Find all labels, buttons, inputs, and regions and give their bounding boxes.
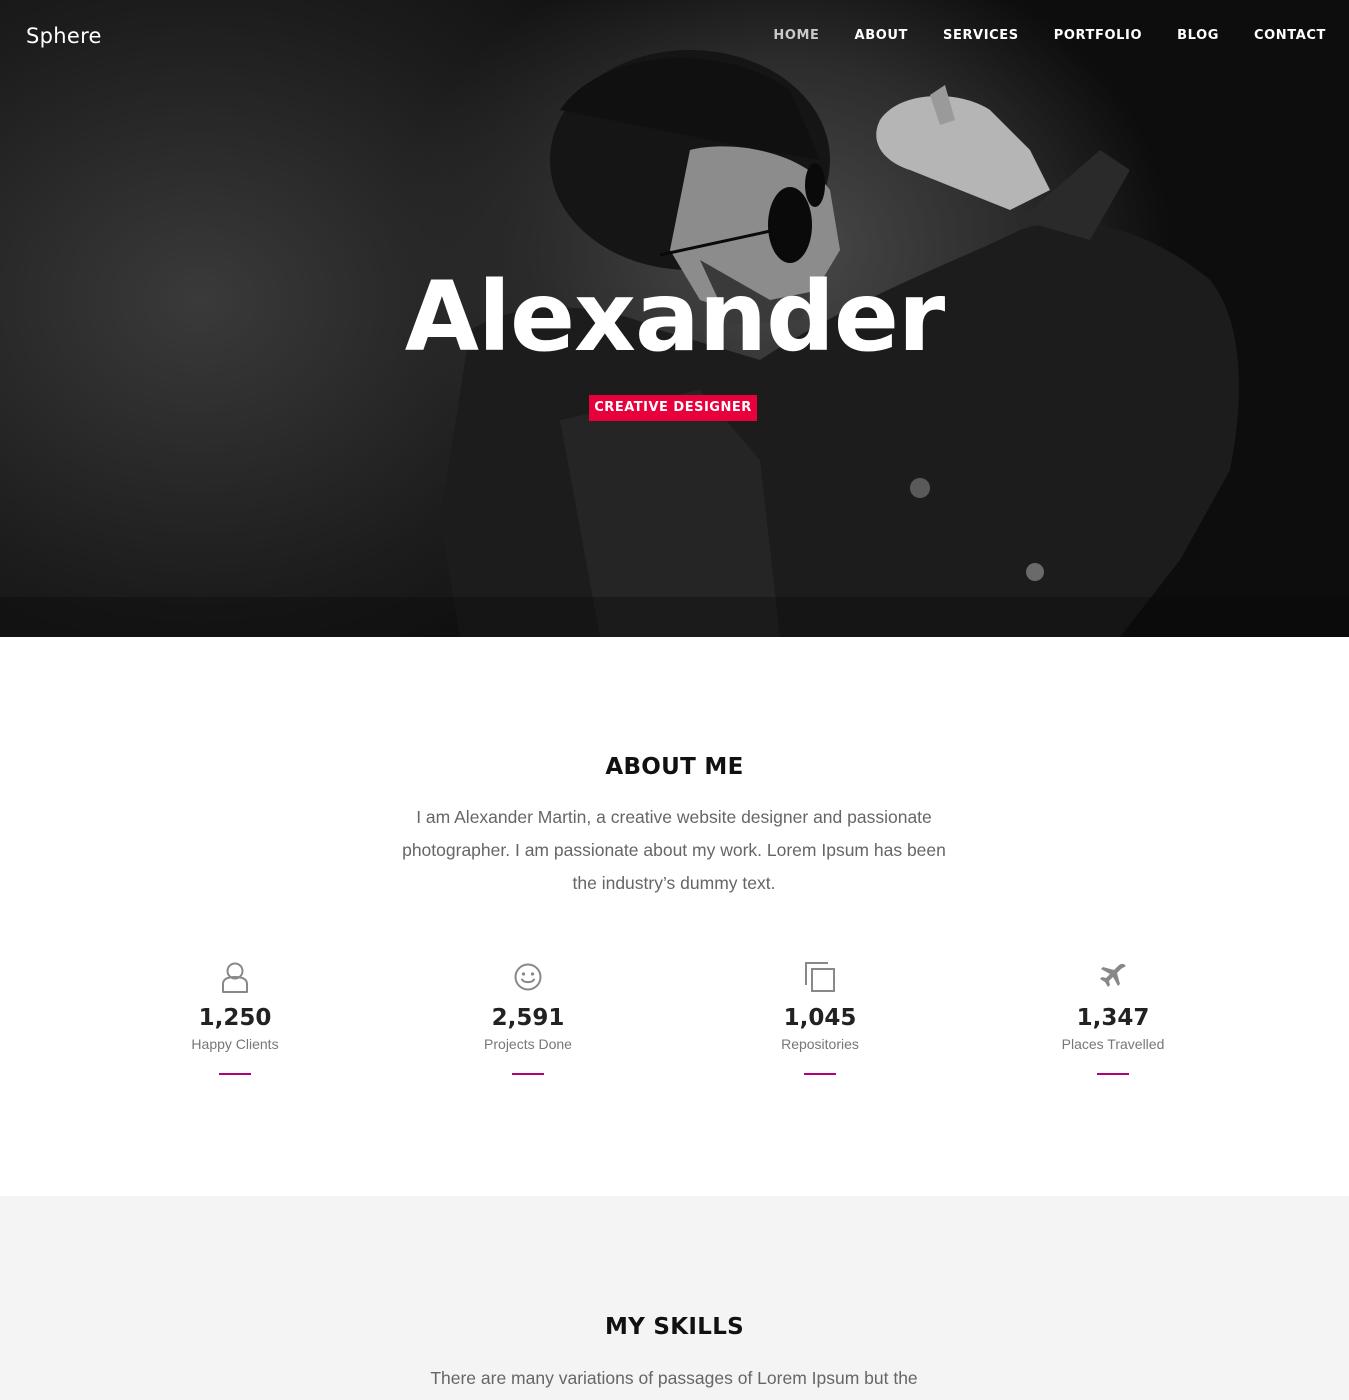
main-nav: HOME ABOUT SERVICES PORTFOLIO BLOG CONTA… [738, 28, 1326, 44]
stat-label: Repositories [781, 1036, 859, 1052]
skills-title: MY SKILLS [604, 1314, 745, 1340]
nav-item-contact[interactable]: CONTACT [1254, 28, 1326, 44]
copy-icon [710, 958, 930, 996]
stat-repositories: 1,045 Repositories [710, 958, 930, 1075]
about-title: ABOUT ME [605, 754, 744, 780]
user-icon [125, 958, 345, 996]
stat-divider [1097, 1073, 1129, 1075]
stat-happy-clients: 1,250 Happy Clients [125, 958, 345, 1075]
about-text: I am Alexander Martin, a creative websit… [402, 807, 946, 893]
nav-item-about[interactable]: ABOUT [855, 28, 908, 44]
stat-projects-done: 2,591 Projects Done [418, 958, 638, 1075]
hero-section: Sphere HOME ABOUT SERVICES PORTFOLIO BLO… [0, 0, 1349, 637]
stat-value: 1,347 [1076, 1005, 1150, 1031]
skills-text: There are many variations of passages of… [430, 1368, 918, 1388]
stat-divider [804, 1073, 836, 1075]
nav-item-portfolio[interactable]: PORTFOLIO [1054, 28, 1142, 44]
stat-label: Places Travelled [1061, 1036, 1165, 1052]
airplane-icon [1003, 958, 1223, 996]
stats-row: 1,250 Happy Clients 2,591 Projects Done … [0, 958, 1349, 1088]
hero-bottom-band [0, 597, 1349, 637]
nav-item-home[interactable]: HOME [773, 28, 819, 44]
stat-label: Happy Clients [191, 1036, 279, 1052]
stat-value: 1,250 [198, 1005, 272, 1031]
stat-divider [219, 1073, 251, 1075]
nav-item-services[interactable]: SERVICES [943, 28, 1019, 44]
stat-value: 1,045 [783, 1005, 857, 1031]
stat-value: 2,591 [491, 1005, 565, 1031]
brand-logo[interactable]: Sphere [26, 24, 102, 48]
hero-badge: CREATIVE DESIGNER [589, 395, 757, 421]
stat-divider [512, 1073, 544, 1075]
stat-places-travelled: 1,347 Places Travelled [1003, 958, 1223, 1075]
skills-section: MY SKILLS There are many variations of p… [0, 1196, 1349, 1400]
hero-title: Alexander [404, 261, 946, 373]
smiley-icon [418, 958, 638, 996]
stat-label: Projects Done [484, 1036, 572, 1052]
nav-item-blog[interactable]: BLOG [1177, 28, 1219, 44]
